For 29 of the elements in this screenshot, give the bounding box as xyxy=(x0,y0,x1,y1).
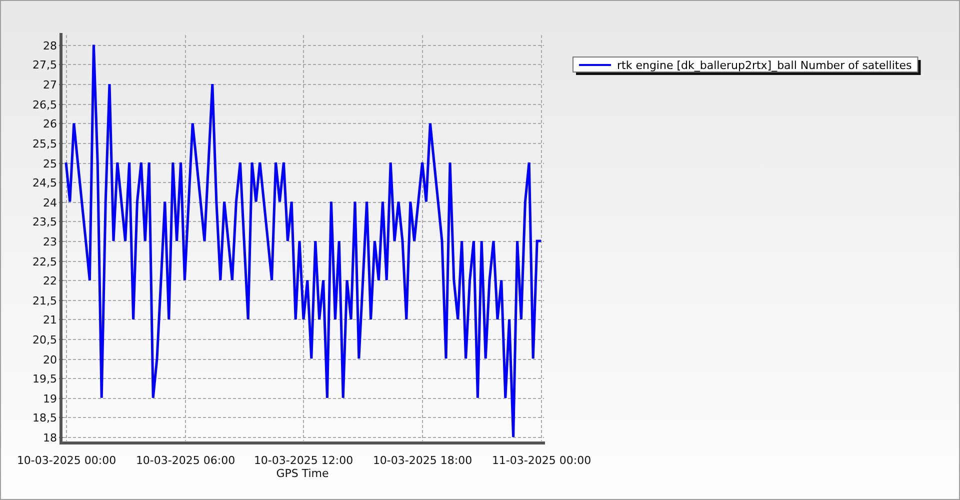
legend-line-icon xyxy=(579,64,611,66)
y-tick-label: 22 xyxy=(43,274,57,288)
y-tick-label: 20 xyxy=(43,354,57,366)
y-tick-label: 24,5 xyxy=(32,176,57,190)
legend-label: rtk engine [dk_ballerup2rtx]_ball Number of satellites xyxy=(617,59,912,72)
x-tick-label: 11-03-2025 00:00 xyxy=(492,454,592,467)
y-tick-label: 28 xyxy=(43,40,57,52)
x-tick-label: 10-03-2025 18:00 xyxy=(372,454,472,467)
y-tick-label: 21 xyxy=(43,314,57,326)
y-tick-label: 18,5 xyxy=(32,412,57,424)
y-tick-label: 18 xyxy=(43,432,57,444)
y-tick-label: 27,5 xyxy=(32,58,57,72)
y-tick-label: 23,5 xyxy=(32,216,57,228)
y-tick-label: 19,5 xyxy=(32,372,57,386)
y-tick-label: 21,5 xyxy=(32,294,57,308)
y-tick-label: 26 xyxy=(43,118,57,130)
y-tick-label: 25 xyxy=(43,158,57,170)
y-tick-label: 20,5 xyxy=(32,334,57,346)
y-tick-label: 26,5 xyxy=(32,98,57,112)
y-tick-label: 19 xyxy=(43,392,57,406)
y-tick-label: 22,5 xyxy=(32,256,57,268)
x-tick-label: 10-03-2025 06:00 xyxy=(136,454,236,467)
y-tick-label: 23 xyxy=(43,236,57,248)
y-tick-label: 27 xyxy=(43,78,57,92)
x-tick-label: 10-03-2025 12:00 xyxy=(254,454,354,467)
y-tick-label: 25,5 xyxy=(32,138,57,150)
x-axis-title: GPS Time xyxy=(276,467,329,480)
y-tick-label: 24 xyxy=(43,196,57,210)
x-tick-label: 10-03-2025 00:00 xyxy=(16,454,116,467)
